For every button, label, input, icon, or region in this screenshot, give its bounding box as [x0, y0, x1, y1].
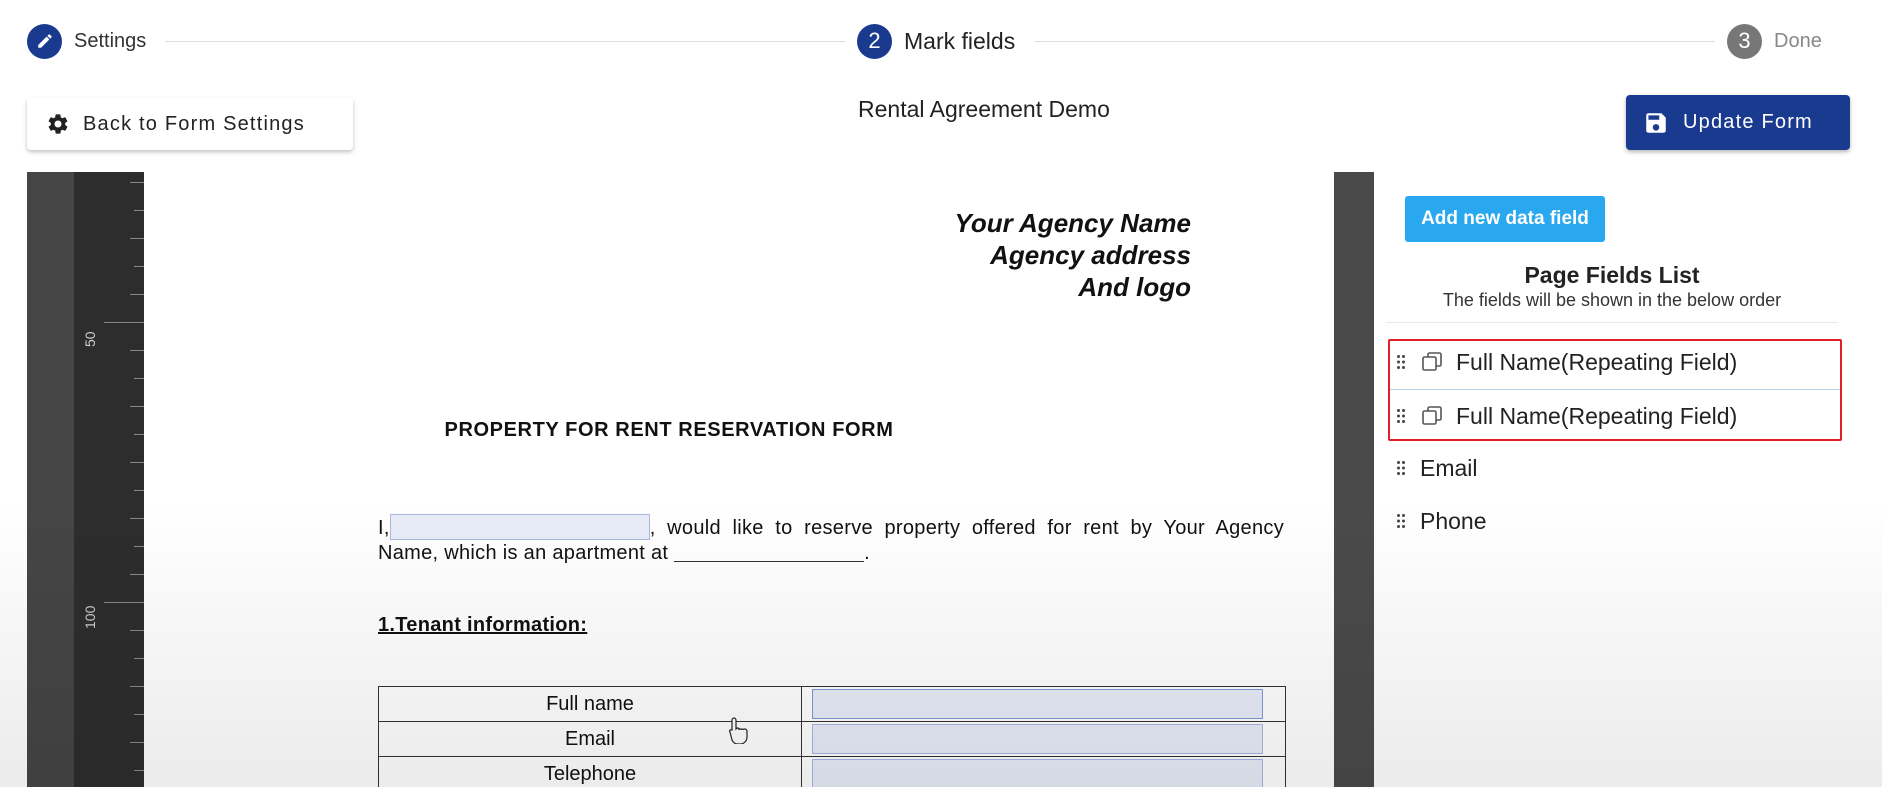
field-item-label: Full Name(Repeating Field)	[1456, 348, 1738, 375]
pencil-icon	[27, 23, 62, 59]
para-prefix: I,	[378, 517, 390, 539]
field-item-label: Full Name(Repeating Field)	[1456, 402, 1738, 429]
agency-address: Agency address	[990, 240, 1191, 270]
agency-header: Your Agency Name Agency address And logo	[955, 207, 1191, 303]
add-new-data-field-button[interactable]: Add new data field	[1405, 196, 1605, 242]
drag-handle-icon[interactable]	[1396, 354, 1406, 370]
hand-cursor-icon	[729, 717, 748, 744]
viewer-margin	[27, 172, 74, 787]
gear-icon	[46, 112, 70, 136]
form-title: PROPERTY FOR RENT RESERVATION FORM	[444, 419, 894, 441]
document-page[interactable]: Your Agency Name Agency address And logo…	[144, 172, 1334, 787]
address-blank	[674, 544, 865, 562]
ruler-label: 100	[82, 605, 98, 629]
step-number: 3	[1727, 23, 1762, 59]
ruler-label: 50	[82, 331, 98, 347]
document-viewer[interactable]: 50 100 Your Agency Name Agency address A…	[27, 172, 1374, 787]
marked-phone-field[interactable]	[812, 759, 1263, 787]
table-row-label: Telephone	[378, 756, 802, 787]
marked-email-field[interactable]	[812, 724, 1263, 754]
vertical-ruler: 50 100	[74, 172, 144, 787]
drag-handle-icon[interactable]	[1396, 460, 1406, 476]
copy-icon	[1422, 352, 1442, 371]
tenant-table: Full name Email Telephone	[378, 686, 1286, 787]
section-title: 1.Tenant information:	[378, 614, 588, 636]
para-suffix: .	[864, 542, 870, 564]
save-icon	[1643, 110, 1669, 136]
marked-name-field[interactable]	[389, 514, 650, 540]
step-mark-fields[interactable]: 2 Mark fields	[857, 23, 1015, 59]
page-fields-list-subtitle: The fields will be shown in the below or…	[1442, 290, 1782, 310]
table-row: Telephone	[378, 756, 1286, 787]
drag-handle-icon[interactable]	[1396, 408, 1406, 424]
step-done[interactable]: 3 Done	[1727, 23, 1822, 59]
field-item-full-name[interactable]: Full Name(Repeating Field)	[1388, 390, 1840, 442]
field-item-email[interactable]: Email	[1388, 442, 1840, 494]
viewer-gutter	[1334, 172, 1374, 787]
table-row: Full name	[378, 686, 1286, 722]
field-item-label: Phone	[1420, 507, 1487, 534]
divider	[1386, 322, 1838, 323]
field-item-phone[interactable]: Phone	[1388, 495, 1840, 547]
step-label: Done	[1774, 29, 1822, 52]
document-title: Rental Agreement Demo	[858, 96, 1110, 122]
step-connector	[165, 41, 845, 42]
fields-panel: Add new data field Page Fields List The …	[1374, 172, 1850, 787]
reservation-paragraph: I,, would like to reserve property offer…	[378, 514, 1284, 566]
table-row-value	[801, 721, 1286, 757]
step-label: Settings	[74, 29, 147, 52]
marked-fullname-field[interactable]	[812, 689, 1263, 719]
stepper: Settings 2 Mark fields 3 Done	[0, 0, 1882, 80]
table-row-value	[801, 686, 1286, 722]
field-item-label: Email	[1420, 454, 1478, 481]
step-label: Mark fields	[904, 27, 1016, 54]
step-settings[interactable]: Settings	[27, 23, 146, 59]
step-connector	[1035, 41, 1715, 42]
update-form-button[interactable]: Update Form	[1626, 95, 1850, 150]
agency-name: Your Agency Name	[954, 208, 1191, 238]
drag-handle-icon[interactable]	[1396, 513, 1406, 529]
copy-icon	[1422, 406, 1442, 425]
table-row-value	[801, 756, 1286, 787]
agency-logo-text: And logo	[1078, 272, 1191, 302]
back-button-label: Back to Form Settings	[83, 112, 305, 135]
update-button-label: Update Form	[1683, 111, 1813, 133]
field-item-full-name[interactable]: Full Name(Repeating Field)	[1388, 336, 1840, 388]
back-to-form-settings-button[interactable]: Back to Form Settings	[27, 98, 353, 150]
table-row: Email	[378, 721, 1286, 757]
step-number: 2	[857, 23, 892, 59]
page-fields-list-title: Page Fields List	[1524, 262, 1700, 288]
